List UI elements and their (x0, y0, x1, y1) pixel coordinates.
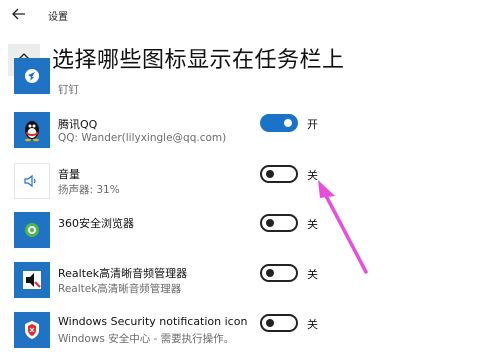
annotation-arrow-icon (318, 180, 368, 274)
